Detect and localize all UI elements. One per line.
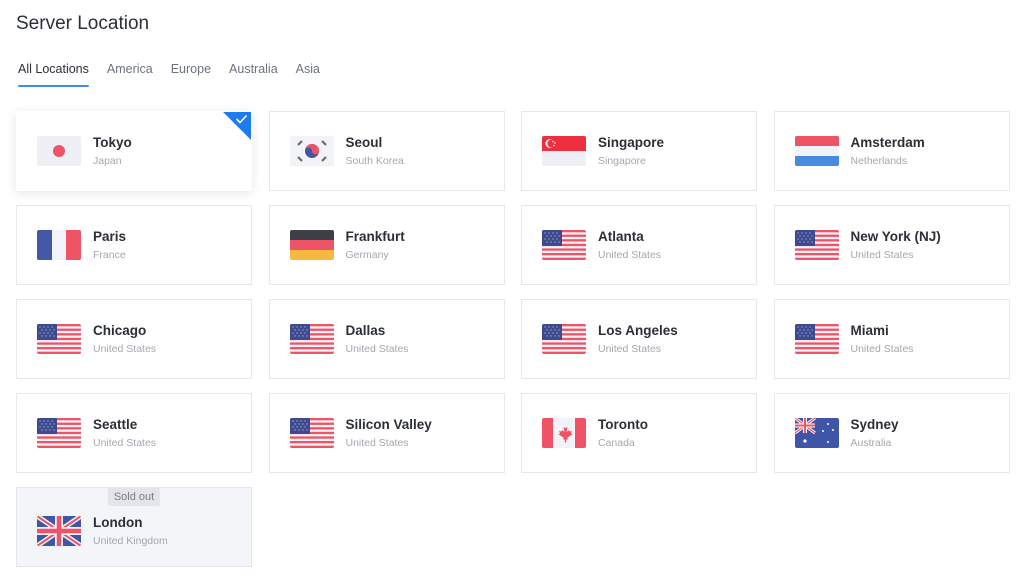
country-name: United States (93, 437, 157, 449)
tab-america[interactable]: America (107, 62, 153, 87)
location-card-frankfurt[interactable]: Frankfurt Germany (268, 205, 505, 285)
australia-flag-icon (794, 418, 839, 448)
japan-flag-icon (37, 136, 81, 166)
country-name: Germany (345, 249, 389, 261)
germany-flag-icon (289, 230, 334, 260)
country-name: Australia (850, 437, 892, 449)
country-name: United States (598, 343, 662, 355)
country-name: United States (345, 437, 409, 449)
city-name: Dallas (345, 323, 386, 338)
city-name: Toronto (598, 417, 648, 432)
country-name: Singapore (598, 155, 646, 167)
usa-flag-icon (37, 324, 81, 354)
location-card-miami[interactable]: Miami United States (773, 299, 1010, 379)
country-name: United States (850, 343, 914, 355)
location-card-singapore[interactable]: Singapore Singapore (521, 111, 757, 191)
city-name: Singapore (598, 135, 665, 150)
south-korea-flag-icon (289, 136, 334, 166)
country-name: United States (93, 343, 157, 355)
location-card-amsterdam[interactable]: Amsterdam Netherlands (773, 111, 1010, 191)
checkmark-icon (235, 114, 248, 124)
tab-all-locations[interactable]: All Locations (18, 62, 89, 87)
usa-flag-icon (542, 324, 586, 354)
uk-flag-icon (37, 516, 81, 546)
city-name: Los Angeles (598, 323, 678, 338)
city-name: Sydney (850, 417, 899, 432)
canada-flag-icon (542, 418, 586, 448)
country-name: Netherlands (850, 155, 908, 167)
location-card-seattle[interactable]: Seattle United States (16, 393, 252, 473)
singapore-flag-icon (542, 136, 586, 166)
location-card-paris[interactable]: Paris France (16, 205, 252, 285)
country-name: United States (598, 249, 662, 261)
location-card-sydney[interactable]: Sydney Australia (773, 393, 1010, 473)
location-grid: Tokyo Japan Seoul South Korea Singapore Singa… (16, 111, 1010, 567)
city-name: Chicago (93, 323, 147, 338)
usa-flag-icon (794, 230, 839, 260)
location-card-london: Sold out London United Kingdom (16, 487, 252, 567)
location-card-seoul[interactable]: Seoul South Korea (268, 111, 505, 191)
tab-asia[interactable]: Asia (296, 62, 320, 87)
tab-australia[interactable]: Australia (229, 62, 278, 87)
city-name: New York (NJ) (850, 229, 941, 244)
country-name: United States (850, 249, 914, 261)
usa-flag-icon (542, 230, 586, 260)
country-name: Japan (93, 155, 122, 167)
city-name: Silicon Valley (345, 417, 432, 432)
usa-flag-icon (794, 324, 839, 354)
location-card-silicon-valley[interactable]: Silicon Valley United States (268, 393, 505, 473)
city-name: Paris (93, 229, 127, 244)
country-name: Canada (598, 437, 635, 449)
sold-out-badge: Sold out (107, 488, 161, 506)
usa-flag-icon (289, 418, 334, 448)
location-card-new-york-nj[interactable]: New York (NJ) United States (773, 205, 1010, 285)
city-name: Seattle (93, 417, 138, 432)
location-card-atlanta[interactable]: Atlanta United States (521, 205, 757, 285)
usa-flag-icon (289, 324, 334, 354)
region-tabs: All Locations America Europe Australia A… (18, 62, 320, 87)
location-card-dallas[interactable]: Dallas United States (268, 299, 505, 379)
city-name: Miami (850, 323, 889, 338)
city-name: Seoul (345, 135, 383, 150)
location-card-chicago[interactable]: Chicago United States (16, 299, 252, 379)
city-name: Frankfurt (345, 229, 405, 244)
france-flag-icon (37, 230, 81, 260)
city-name: Atlanta (598, 229, 644, 244)
city-name: Amsterdam (850, 135, 925, 150)
netherlands-flag-icon (794, 136, 839, 166)
location-card-tokyo[interactable]: Tokyo Japan (16, 111, 252, 191)
country-name: United Kingdom (93, 535, 168, 547)
country-name: United States (345, 343, 409, 355)
country-name: South Korea (345, 155, 404, 167)
location-card-los-angeles[interactable]: Los Angeles United States (521, 299, 757, 379)
location-card-toronto[interactable]: Toronto Canada (521, 393, 757, 473)
country-name: France (93, 249, 126, 261)
city-name: London (93, 515, 143, 530)
usa-flag-icon (37, 418, 81, 448)
city-name: Tokyo (93, 135, 132, 150)
tab-europe[interactable]: Europe (171, 62, 211, 87)
page-title: Server Location (16, 13, 150, 34)
